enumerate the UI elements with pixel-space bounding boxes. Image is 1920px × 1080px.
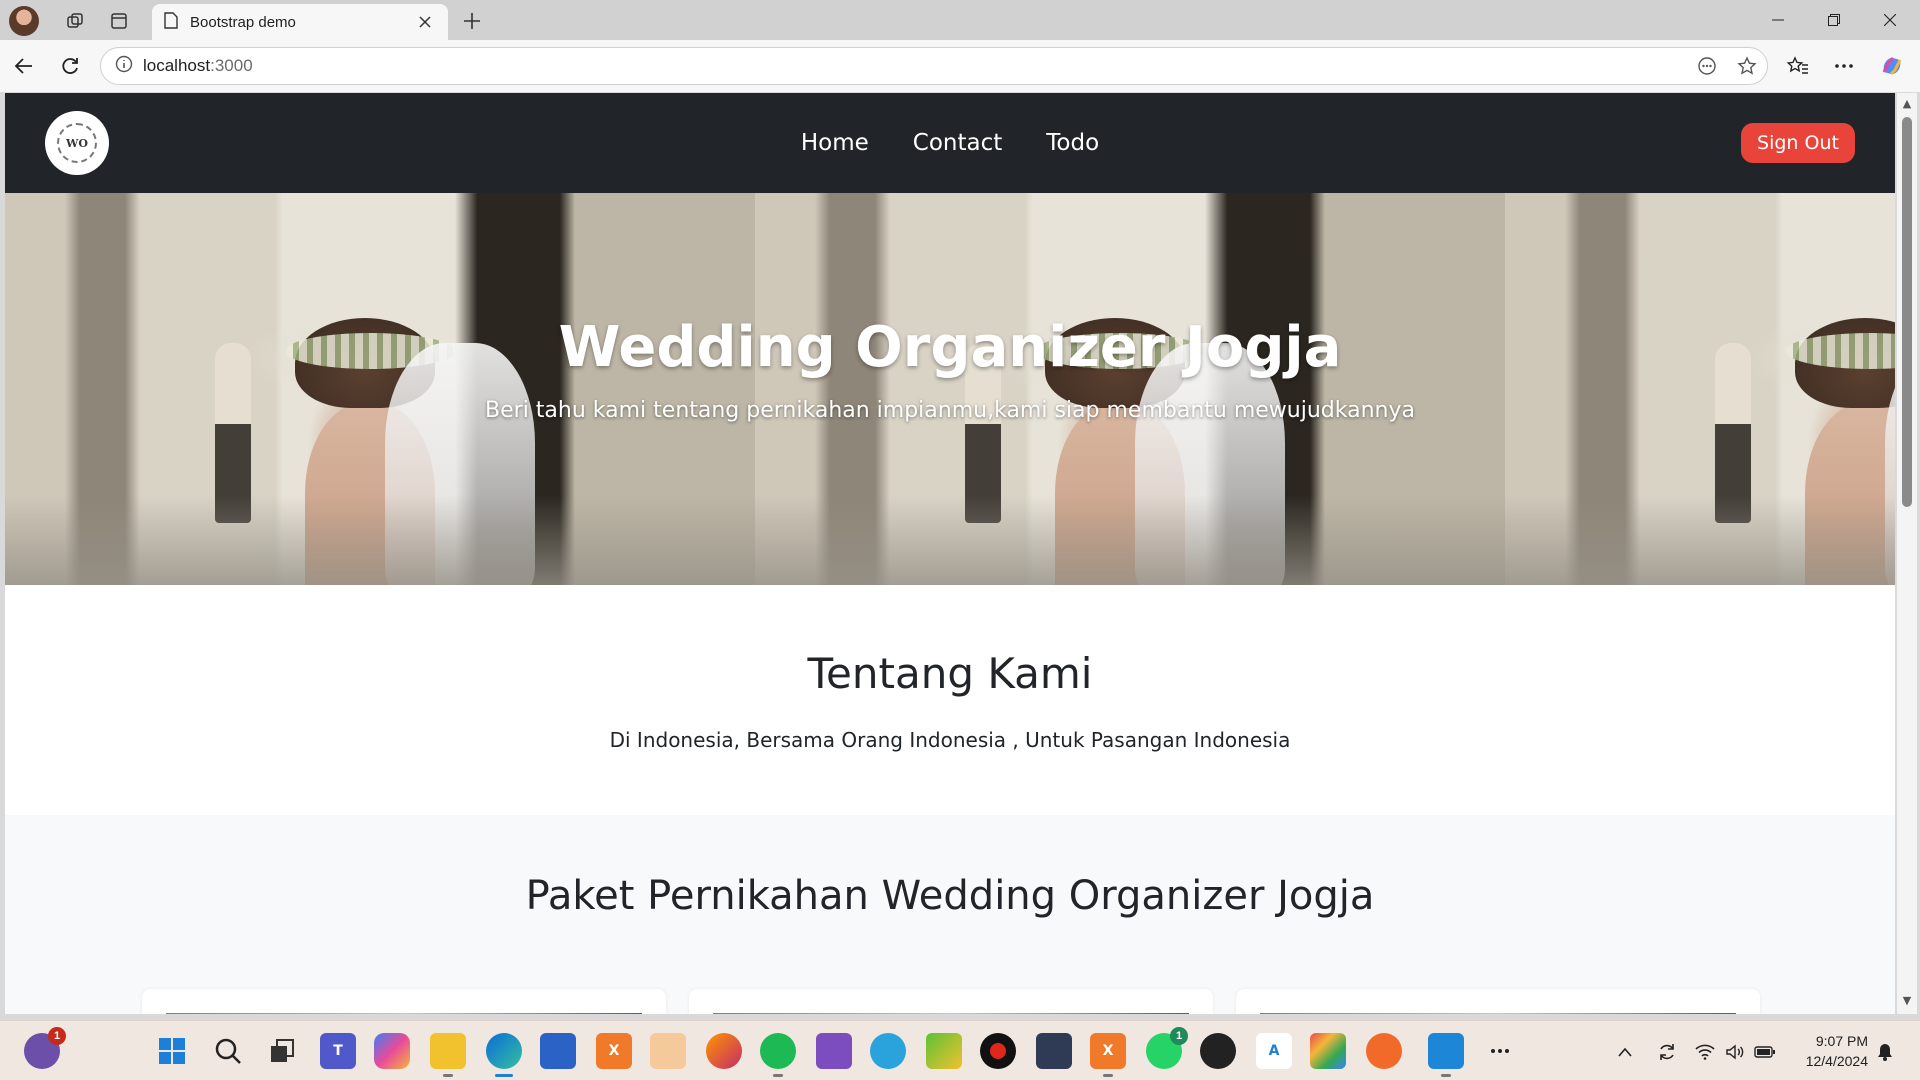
visual-studio-icon[interactable] — [816, 1033, 852, 1069]
package-card-image — [713, 1013, 1189, 1014]
postman-icon[interactable] — [1366, 1033, 1402, 1069]
running-indicator — [443, 1074, 453, 1077]
taskbar-clock[interactable]: 9:07 PM 12/4/2024 — [1784, 1031, 1868, 1071]
sign-out-button[interactable]: Sign Out — [1741, 123, 1855, 163]
nav-link-home[interactable]: Home — [801, 130, 869, 156]
start-icon[interactable] — [154, 1033, 190, 1069]
app-icon-xd[interactable] — [926, 1033, 962, 1069]
running-indicator — [1103, 1074, 1113, 1077]
hero-title: Wedding Organizer Jogja — [558, 315, 1342, 380]
url-host: localhost — [143, 56, 211, 75]
telegram-icon[interactable] — [870, 1033, 906, 1069]
wifi-icon[interactable] — [1694, 1041, 1716, 1063]
volume-icon[interactable] — [1724, 1041, 1746, 1063]
packages-title: Paket Pernikahan Wedding Organizer Jogja — [525, 873, 1375, 919]
edge-icon[interactable] — [486, 1033, 522, 1077]
minimize-button[interactable] — [1750, 0, 1806, 40]
page-scrollbar[interactable]: ▲ ▼ — [1897, 93, 1917, 1014]
site-navbar: WO Home Contact Todo Sign Out — [5, 93, 1895, 193]
scroll-thumb[interactable] — [1902, 117, 1912, 507]
back-arrow-icon[interactable] — [10, 52, 38, 80]
package-card[interactable] — [1236, 989, 1760, 1014]
battery-icon[interactable] — [1754, 1041, 1776, 1063]
copilot-icon[interactable] — [374, 1033, 410, 1069]
nav-link-contact[interactable]: Contact — [913, 130, 1002, 156]
chevron-up-icon[interactable] — [1614, 1041, 1636, 1063]
address-bar[interactable]: localhost:3000 — [100, 47, 1768, 85]
whatsapp-icon[interactable]: 1 — [1146, 1027, 1188, 1069]
browser-toolbar: localhost:3000 — [0, 40, 1920, 92]
page-icon — [164, 11, 178, 33]
xampp-icon-2[interactable]: X — [1090, 1033, 1126, 1077]
store-icon[interactable] — [540, 1033, 576, 1069]
star-icon[interactable] — [1727, 49, 1767, 83]
record-icon[interactable] — [980, 1033, 1016, 1069]
hero-subtitle: Beri tahu kami tentang pernikahan impian… — [485, 398, 1415, 423]
media-player-icon[interactable] — [650, 1033, 686, 1069]
file-explorer-icon[interactable] — [430, 1033, 466, 1077]
nav-links: Home Contact Todo — [5, 93, 1895, 193]
nav-link-todo[interactable]: Todo — [1046, 130, 1099, 156]
copilot-icon[interactable] — [1878, 52, 1906, 80]
workspaces-icon[interactable] — [62, 8, 88, 34]
about-section: Tentang Kami Di Indonesia, Bersama Orang… — [5, 585, 1895, 815]
browser-tab-bar: Bootstrap demo — [0, 0, 1920, 40]
sync-icon[interactable] — [1656, 1041, 1678, 1063]
favorites-icon[interactable] — [1784, 52, 1812, 80]
clock-time: 9:07 PM — [1815, 1033, 1868, 1049]
close-icon[interactable] — [414, 11, 436, 33]
app-icon-1[interactable]: 1 — [24, 1027, 66, 1069]
refresh-icon[interactable] — [56, 52, 84, 80]
restore-button[interactable] — [1806, 0, 1862, 40]
running-indicator — [773, 1074, 783, 1077]
firefox-icon[interactable] — [706, 1033, 742, 1069]
close-window-button[interactable] — [1862, 0, 1918, 40]
teams-icon[interactable]: T — [320, 1033, 356, 1069]
info-icon[interactable] — [115, 55, 133, 77]
clock-date: 12/4/2024 — [1805, 1053, 1868, 1069]
hero-text: Wedding Organizer Jogja Beri tahu kami t… — [5, 193, 1895, 585]
obs-icon[interactable] — [1200, 1033, 1236, 1069]
xampp-icon[interactable]: X — [596, 1033, 632, 1069]
search-icon[interactable] — [210, 1033, 246, 1069]
notification-badge: 1 — [1170, 1027, 1188, 1045]
notification-badge: 1 — [48, 1027, 66, 1045]
profile-avatar[interactable] — [9, 6, 39, 36]
running-indicator — [1441, 1074, 1451, 1077]
vscode-icon[interactable] — [1428, 1033, 1464, 1077]
tab-actions-icon[interactable] — [106, 8, 132, 34]
packages-section: Paket Pernikahan Wedding Organizer Jogja — [5, 815, 1895, 1014]
package-card[interactable] — [689, 989, 1213, 1014]
active-tab[interactable]: Bootstrap demo — [152, 4, 448, 40]
more-apps-icon[interactable] — [1482, 1033, 1518, 1069]
package-card-image — [1260, 1013, 1736, 1014]
tab-title: Bootstrap demo — [190, 13, 296, 31]
task-view-icon[interactable] — [264, 1033, 300, 1069]
virtualbox-icon[interactable] — [1036, 1033, 1072, 1069]
package-card-image — [166, 1013, 642, 1014]
translate-icon[interactable]: A — [1256, 1033, 1292, 1069]
scroll-up-icon[interactable]: ▲ — [1900, 97, 1914, 111]
about-text: Di Indonesia, Bersama Orang Indonesia , … — [609, 728, 1291, 752]
url-port: :3000 — [210, 56, 253, 75]
about-title: Tentang Kami — [807, 649, 1093, 698]
scroll-down-icon[interactable]: ▼ — [1900, 994, 1914, 1008]
page-viewport: WO Home Contact Todo Sign Out Wedding Or… — [5, 93, 1895, 1014]
notification-bell-icon[interactable] — [1874, 1041, 1896, 1063]
package-card[interactable] — [142, 989, 666, 1014]
spotify-icon[interactable] — [760, 1033, 796, 1077]
url-text[interactable]: localhost:3000 — [143, 56, 1687, 76]
active-indicator — [495, 1074, 513, 1077]
more-icon[interactable] — [1830, 52, 1858, 80]
taskbar: 1 T X X 1 A 9:07 PM 12/4/2024 — [0, 1020, 1920, 1080]
new-tab-button[interactable] — [457, 6, 487, 36]
read-aloud-icon[interactable] — [1687, 49, 1727, 83]
app-icon-hex[interactable] — [1310, 1033, 1346, 1069]
